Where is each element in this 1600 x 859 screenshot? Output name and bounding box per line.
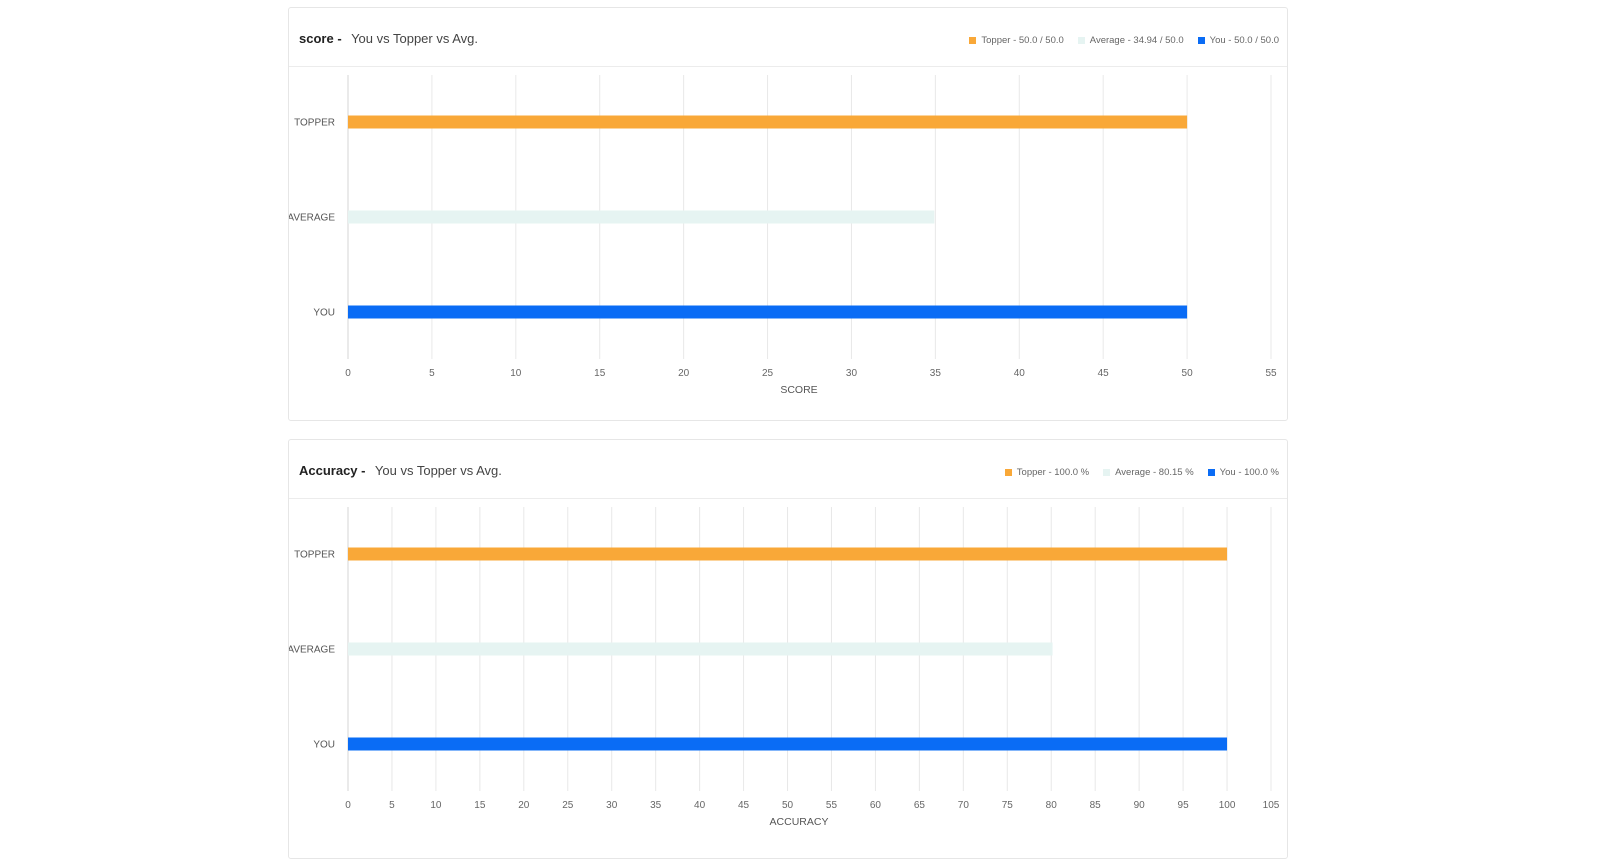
title-separator: - <box>337 31 342 46</box>
x-tick-label: 0 <box>345 800 351 811</box>
x-tick-label: 15 <box>594 368 606 379</box>
y-category-label: AVERAGE <box>289 213 335 224</box>
x-tick-label: 60 <box>870 800 882 811</box>
chart-subtitle: You vs Topper vs Avg. <box>374 463 502 478</box>
x-tick-label: 10 <box>510 368 522 379</box>
x-tick-label: 55 <box>826 800 838 811</box>
x-tick-label: 50 <box>782 800 794 811</box>
x-tick-label: 5 <box>389 800 395 811</box>
accuracy-bar-chart: 0 5 10 15 20 25 30 35 40 45 50 55 60 65 70 75 80 85 90 95 10… <box>289 507 1280 828</box>
legend-swatch-you <box>1197 37 1205 44</box>
x-axis-title: SCORE <box>780 384 817 396</box>
legend-label-you: You - 100.0 % <box>1219 467 1279 478</box>
y-category-label: YOU <box>313 740 335 751</box>
y-category-label: AVERAGE <box>289 645 335 656</box>
x-tick-label: 105 <box>1263 800 1280 811</box>
x-tick-label: 40 <box>694 800 706 811</box>
legend-item-you[interactable]: You - 100.0 % <box>1207 467 1279 478</box>
x-tick-label: 55 <box>1265 368 1277 379</box>
x-tick-label: 75 <box>1002 800 1014 811</box>
score-chart-card: score - You vs Topper vs Avg. Topper - 5… <box>288 7 1288 421</box>
x-tick-label: 45 <box>1098 368 1110 379</box>
x-tick-label: 40 <box>1014 368 1026 379</box>
x-axis-title: ACCURACY <box>770 816 829 828</box>
x-tick-label: 80 <box>1046 800 1058 811</box>
bar-topper <box>348 547 1228 561</box>
bar-you <box>348 737 1228 751</box>
x-tick-label: 100 <box>1219 800 1236 811</box>
bar-average <box>348 210 935 224</box>
legend-swatch-topper <box>1004 469 1012 476</box>
legend-item-topper[interactable]: Topper - 100.0 % <box>1004 467 1090 478</box>
x-tick-label: 35 <box>930 368 942 379</box>
x-tick-label: 90 <box>1134 800 1146 811</box>
x-tick-label: 95 <box>1178 800 1190 811</box>
accuracy-chart-legend: Topper - 100.0 % Average - 80.15 % You -… <box>1004 467 1279 478</box>
bar-you <box>348 305 1188 319</box>
accuracy-chart-header: Accuracy - You vs Topper vs Avg. Topper … <box>289 440 1287 499</box>
chart-subtitle: You vs Topper vs Avg. <box>351 31 479 46</box>
x-tick-label: 30 <box>606 800 618 811</box>
bar-average <box>348 642 1053 656</box>
legend-item-average[interactable]: Average - 34.94 / 50.0 <box>1077 35 1184 46</box>
legend-label-topper: Topper - 100.0 % <box>1016 467 1090 478</box>
legend-item-topper[interactable]: Topper - 50.0 / 50.0 <box>969 35 1064 46</box>
legend-swatch-you <box>1207 469 1215 476</box>
score-bar-chart: 0 5 10 15 20 25 30 35 40 45 50 55 TOPPER AVERAGE YOU SC… <box>289 75 1277 396</box>
x-tick-label: 20 <box>678 368 690 379</box>
y-category-label: YOU <box>313 308 335 319</box>
x-tick-label: 10 <box>430 800 442 811</box>
score-chart-legend: Topper - 50.0 / 50.0 Average - 34.94 / 5… <box>969 35 1279 46</box>
x-tick-label: 0 <box>345 368 351 379</box>
legend-label-you: You - 50.0 / 50.0 <box>1209 35 1279 46</box>
legend-swatch-topper <box>969 37 977 44</box>
title-separator: - <box>361 463 366 478</box>
score-chart-title: score - You vs Topper vs Avg. <box>299 31 478 46</box>
y-category-label: TOPPER <box>294 550 335 561</box>
x-tick-label: 70 <box>958 800 970 811</box>
legend-label-topper: Topper - 50.0 / 50.0 <box>981 35 1064 46</box>
x-tick-label: 25 <box>562 800 574 811</box>
x-tick-label: 20 <box>518 800 530 811</box>
score-chart-header: score - You vs Topper vs Avg. Topper - 5… <box>289 8 1287 67</box>
chart-metric-name: Accuracy <box>299 463 358 478</box>
x-tick-label: 85 <box>1090 800 1102 811</box>
x-tick-label: 25 <box>762 368 774 379</box>
x-tick-label: 45 <box>738 800 750 811</box>
x-tick-label: 5 <box>429 368 435 379</box>
x-tick-label: 50 <box>1182 368 1194 379</box>
legend-label-average: Average - 34.94 / 50.0 <box>1089 35 1184 46</box>
legend-item-average[interactable]: Average - 80.15 % <box>1103 467 1194 478</box>
y-category-label: TOPPER <box>294 118 335 129</box>
accuracy-chart-card: Accuracy - You vs Topper vs Avg. Topper … <box>288 439 1288 859</box>
chart-metric-name: score <box>299 31 334 46</box>
x-tick-label: 15 <box>474 800 486 811</box>
x-tick-label: 35 <box>650 800 662 811</box>
legend-label-average: Average - 80.15 % <box>1115 467 1194 478</box>
legend-item-you[interactable]: You - 50.0 / 50.0 <box>1197 35 1279 46</box>
x-tick-label: 30 <box>846 368 858 379</box>
legend-swatch-average <box>1077 37 1085 44</box>
legend-swatch-average <box>1103 469 1111 476</box>
x-tick-label: 65 <box>914 800 926 811</box>
bar-topper <box>348 115 1188 129</box>
accuracy-chart-title: Accuracy - You vs Topper vs Avg. <box>299 463 502 478</box>
